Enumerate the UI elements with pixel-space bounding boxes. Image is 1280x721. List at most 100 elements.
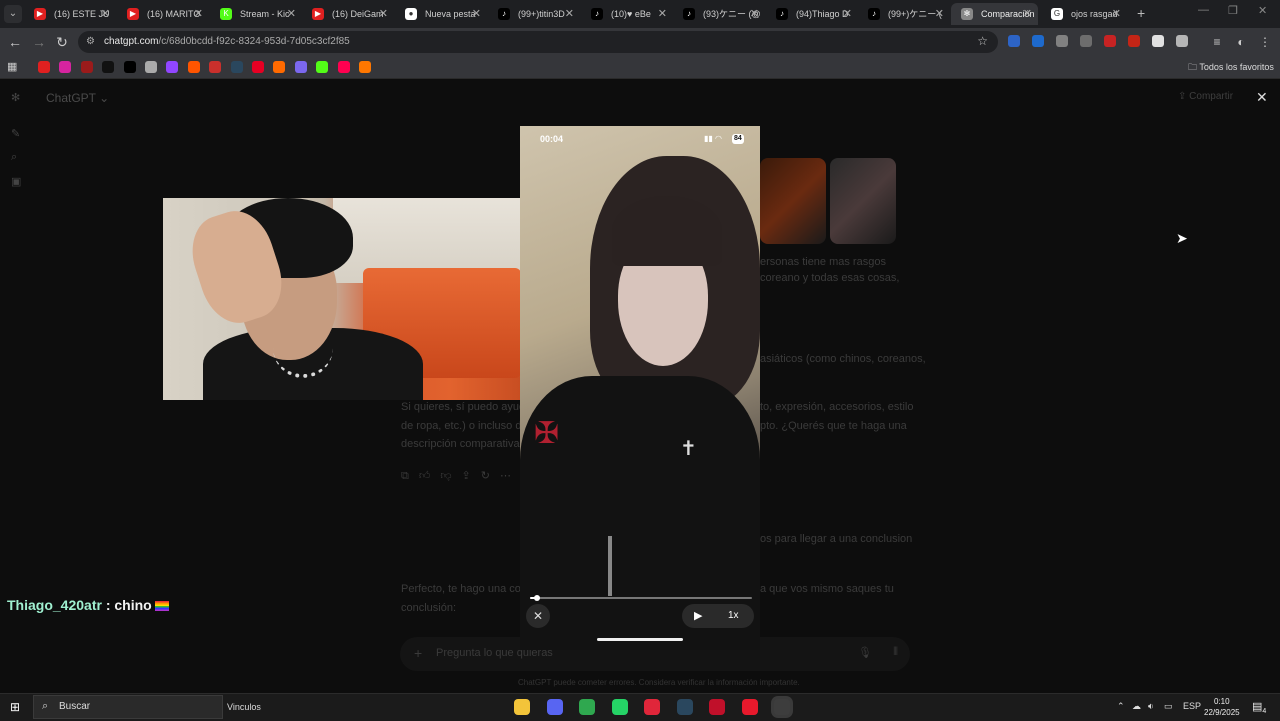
language-indicator[interactable]: ESP — [1183, 701, 1201, 711]
links-toolbar[interactable]: Vinculos — [227, 702, 261, 712]
chrome-icon[interactable] — [579, 699, 595, 715]
tab-close-icon[interactable]: ✕ — [658, 3, 667, 25]
browser-tab[interactable]: ▶ (16) DeiGam ✕ — [302, 3, 394, 25]
new-tab-button[interactable]: + — [1137, 5, 1145, 21]
share-button[interactable]: ⇪ Compartir — [1178, 91, 1233, 102]
whatsapp-icon[interactable] — [611, 699, 628, 715]
extension-icon[interactable] — [1056, 35, 1068, 47]
copy-icon[interactable]: ⧉ — [401, 470, 419, 482]
tab-close-icon[interactable]: ✕ — [750, 3, 759, 25]
bookmark-icon[interactable] — [273, 61, 286, 73]
tab-close-icon[interactable]: ✕ — [287, 3, 296, 25]
browser-tab[interactable]: ♪ (93)ケニー (@ ✕ — [673, 3, 765, 25]
browser-tab[interactable]: ▶ (16) ESTE JU ✕ — [24, 3, 116, 25]
close-window-button[interactable]: ✕ — [1258, 4, 1267, 17]
bookmark-icon[interactable] — [252, 61, 264, 73]
tab-close-icon[interactable]: ✕ — [1112, 3, 1121, 25]
tray-overflow-icon[interactable]: ⌃ — [1117, 701, 1125, 712]
url-text[interactable]: chatgpt.com/c/68d0bcdd-f92c-8324-953d-7d… — [104, 31, 350, 53]
thumbs-up-icon[interactable]: 👍︎ — [419, 470, 441, 482]
extension-icon[interactable] — [1008, 35, 1020, 47]
library-icon[interactable]: ▣ — [11, 175, 23, 188]
video-scrubber-handle[interactable] — [533, 595, 540, 601]
image-thumbnail-2[interactable] — [830, 158, 896, 244]
thumbs-down-icon[interactable]: 👎︎ — [440, 470, 461, 482]
browser-tab[interactable]: ♪ (99+)ケニー (✕ — [858, 3, 950, 25]
reload-button[interactable]: ↻ — [53, 33, 71, 51]
bookmark-icon[interactable] — [166, 61, 179, 73]
game-launcher-icon[interactable] — [709, 699, 725, 715]
play-button[interactable]: ▶ — [694, 604, 702, 628]
notifications-icon[interactable]: ▤4 — [1252, 700, 1266, 715]
extension-icon[interactable] — [1128, 35, 1140, 47]
microphone-icon[interactable]: 🎙︎ — [858, 646, 872, 659]
browser-tab[interactable]: ♪ (10)♥ eBe ✕ — [581, 3, 673, 25]
obs-icon[interactable] — [774, 699, 790, 715]
volume-icon[interactable]: 🔉︎ — [1148, 701, 1154, 712]
bookmark-icon[interactable] — [230, 61, 243, 73]
browser-tab[interactable]: ▶ (16) MARITO ✕ — [117, 3, 209, 25]
tab-close-icon[interactable]: ✕ — [194, 3, 203, 25]
extension-icon[interactable] — [1176, 35, 1188, 47]
site-info-icon[interactable]: ⚙ — [86, 36, 98, 48]
forward-button[interactable]: → — [30, 33, 48, 51]
browser-tab[interactable]: ✻ Comparación ✕ — [951, 3, 1038, 25]
taskbar-clock[interactable]: 0:10 22/9/2025 — [1204, 696, 1240, 718]
voice-mode-icon[interactable]: ⦀ — [893, 646, 898, 659]
thunder-app-icon[interactable] — [741, 699, 758, 715]
restore-button[interactable]: ❐ — [1228, 4, 1238, 17]
phone-video-player[interactable]: 00:04 ▮▮ ◠ 84 ✠ ✝ ✕ ▶ 1x — [520, 126, 760, 650]
taskbar-search[interactable]: ⌕ Buscar — [33, 695, 223, 719]
tab-close-icon[interactable]: ✕ — [843, 3, 852, 25]
tab-close-icon[interactable]: ✕ — [935, 3, 944, 25]
minimize-button[interactable]: — — [1198, 4, 1209, 16]
bookmark-icon[interactable] — [187, 61, 200, 73]
media-control-icon[interactable]: ≡ — [1208, 33, 1226, 51]
bookmark-icon[interactable] — [145, 61, 157, 73]
regenerate-icon[interactable]: ↻ — [481, 470, 500, 482]
bookmark-icon[interactable] — [209, 61, 222, 73]
bookmark-icon[interactable] — [80, 61, 93, 73]
tab-search-menu-button[interactable]: ⌄ — [4, 5, 22, 23]
browser-tab[interactable]: ♪ (99+)titin3D ✕ — [488, 3, 580, 25]
bookmark-icon[interactable] — [59, 61, 72, 73]
new-chat-icon[interactable]: ✎ — [11, 127, 23, 140]
tab-close-icon[interactable]: ✕ — [1023, 3, 1032, 25]
browser-tab[interactable]: ♪ (94)Thiago D ✕ — [766, 3, 858, 25]
video-progress-bar[interactable] — [530, 595, 752, 601]
all-bookmarks-folder[interactable]: 🗀 Todos los favoritos — [1188, 59, 1274, 75]
onedrive-icon[interactable]: ☁ — [1132, 701, 1141, 712]
attach-plus-icon[interactable]: + — [414, 645, 422, 661]
playback-speed-button[interactable]: 1x — [728, 604, 739, 628]
bookmark-icon[interactable] — [294, 61, 307, 73]
extension-icon[interactable] — [1152, 35, 1164, 47]
bookmark-icon[interactable] — [316, 61, 329, 73]
profile-avatar[interactable]: ◐ — [1232, 33, 1250, 51]
bookmark-star-icon[interactable]: ☆ — [977, 34, 988, 48]
tab-close-icon[interactable]: ✕ — [379, 3, 388, 25]
network-icon[interactable]: ▭ — [1164, 701, 1173, 712]
opera-icon[interactable] — [644, 699, 660, 715]
bookmark-icon[interactable] — [102, 61, 115, 73]
browser-tab[interactable]: K Stream - Kic ✕ — [210, 3, 302, 25]
more-icon[interactable]: ⋯ — [500, 470, 521, 482]
extension-icon[interactable] — [1080, 35, 1092, 47]
bookmark-icon[interactable] — [38, 61, 50, 73]
tab-close-icon[interactable]: ✕ — [565, 3, 574, 25]
model-selector[interactable]: ChatGPT ⌄ — [46, 91, 109, 105]
browser-tab[interactable]: Gojos rasgad ✕ — [1041, 3, 1127, 25]
openai-logo-icon[interactable]: ✻ — [11, 91, 23, 104]
steam-icon[interactable] — [676, 699, 693, 715]
search-chats-icon[interactable]: ⌕ — [11, 151, 23, 163]
address-bar[interactable]: ⚙ chatgpt.com/c/68d0bcdd-f92c-8324-953d-… — [78, 31, 998, 53]
back-button[interactable]: ← — [6, 33, 24, 51]
bookmark-icon[interactable] — [359, 61, 371, 73]
close-overlay-icon[interactable]: ✕ — [1256, 89, 1268, 106]
extension-icon[interactable] — [1032, 35, 1044, 47]
apps-grid-icon[interactable]: ▦ — [7, 61, 19, 73]
image-thumbnail-1[interactable] — [760, 158, 826, 244]
share-icon[interactable]: ⇪ — [462, 470, 481, 482]
tab-close-icon[interactable]: ✕ — [472, 3, 481, 25]
browser-tab[interactable]: ● Nueva pesta ✕ — [395, 3, 487, 25]
video-close-button[interactable]: ✕ — [526, 604, 550, 628]
